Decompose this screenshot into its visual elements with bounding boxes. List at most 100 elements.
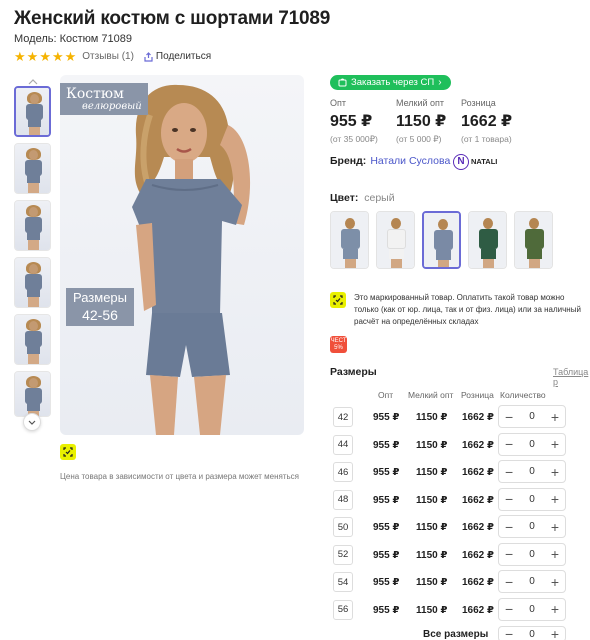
price-value: 1662 ₽ — [461, 113, 513, 130]
color-label: Цвет: — [330, 192, 359, 204]
size-price-small-opt: 1150 ₽ — [416, 467, 448, 478]
minus-icon[interactable]: − — [505, 602, 513, 616]
price-condition: (от 35 000₽) — [330, 134, 378, 144]
gallery-scroll-down-button[interactable] — [23, 413, 41, 431]
gallery-thumb[interactable] — [14, 200, 51, 251]
plus-icon[interactable]: + — [551, 575, 559, 589]
chevron-down-icon — [28, 420, 36, 425]
plus-icon[interactable]: + — [551, 602, 559, 616]
size-price-retail: 1662 ₽ — [462, 439, 494, 451]
size-price-retail: 1662 ₽ — [462, 549, 494, 561]
quantity-value[interactable]: 0 — [529, 576, 535, 587]
quantity-stepper[interactable]: − 0 + — [498, 487, 566, 511]
price-small-opt: Мелкий опт 1150 ₽ (от 5 000 ₽) — [396, 98, 446, 145]
color-swatch[interactable] — [514, 211, 553, 269]
size-row: 50 955 ₽ 1150 ₽ 1662 ₽ − 0 + — [330, 513, 590, 538]
marking-icon — [330, 292, 346, 308]
quantity-value[interactable]: 0 — [529, 604, 535, 615]
minus-icon[interactable]: − — [505, 575, 513, 589]
gallery-thumb[interactable] — [14, 257, 51, 308]
marking-icon — [60, 444, 76, 460]
size-price-small-opt: 1150 ₽ — [416, 439, 448, 451]
sizes-badge: Размеры 42-56 — [66, 288, 134, 326]
plus-icon[interactable]: + — [551, 520, 559, 534]
quantity-stepper[interactable]: − 0 + — [498, 597, 566, 621]
price-value: 1150 ₽ — [396, 113, 447, 130]
size-price-retail: 1662 ₽ — [462, 522, 494, 533]
gallery-thumb[interactable] — [14, 371, 51, 417]
star-icon: ★ — [39, 49, 51, 64]
color-value: серый — [364, 192, 395, 204]
size-row: 56 955 ₽ 1150 ₽ 1662 ₽ − 0 + — [330, 596, 590, 621]
brand-link[interactable]: Натали Суслова — [370, 155, 450, 167]
brand-logo[interactable]: N NATALI — [453, 153, 499, 170]
quantity-value[interactable]: 0 — [529, 549, 535, 560]
size-price-opt: 955 ₽ — [373, 549, 400, 561]
color-swatch-selected[interactable] — [422, 211, 461, 269]
color-swatch[interactable] — [330, 211, 369, 269]
natali-logo-icon: N — [453, 153, 469, 170]
size-value: 56 — [333, 599, 353, 620]
quantity-stepper[interactable]: − 0 + — [498, 460, 566, 483]
gallery-thumb[interactable] — [14, 314, 51, 365]
size-price-small-opt: 1150 ₽ — [416, 522, 448, 533]
minus-icon[interactable]: − — [505, 465, 513, 479]
minus-icon[interactable]: − — [505, 520, 513, 534]
gallery-thumb[interactable] — [14, 143, 51, 194]
star-icon: ★ — [26, 49, 39, 64]
plus-icon[interactable]: + — [551, 492, 559, 506]
minus-icon[interactable]: − — [505, 437, 513, 451]
column-header: Мелкий опт — [408, 390, 454, 400]
minus-icon[interactable]: − — [505, 627, 513, 640]
quantity-stepper[interactable]: − 0 + — [498, 570, 566, 593]
minus-icon[interactable]: − — [505, 410, 513, 424]
main-product-image[interactable]: Костюм велюровый Размеры 42-56 — [60, 75, 304, 435]
quantity-value[interactable]: 0 — [529, 494, 535, 505]
quantity-value[interactable]: 0 — [529, 521, 535, 532]
share-button[interactable]: Поделиться — [144, 51, 211, 62]
brand-label: Бренд: — [330, 155, 367, 167]
quantity-stepper[interactable]: − 0 + — [498, 515, 566, 538]
plus-icon[interactable]: + — [551, 465, 559, 479]
share-label: Поделиться — [155, 51, 212, 62]
quantity-value[interactable]: 0 — [529, 411, 535, 422]
plus-icon[interactable]: + — [551, 437, 559, 451]
size-row: 54 955 ₽ 1150 ₽ 1662 ₽ − 0 + — [330, 568, 590, 593]
price-note: Цена товара в зависимости от цвета и раз… — [60, 472, 300, 481]
quantity-value[interactable]: 0 — [529, 629, 535, 640]
size-price-small-opt: 1150 ₽ — [416, 494, 448, 506]
brand-row: Бренд: Натали Суслова › — [330, 155, 457, 167]
chevron-up-icon[interactable] — [28, 79, 38, 85]
quantity-stepper[interactable]: − 0 + — [498, 405, 566, 428]
size-price-retail: 1662 ₽ — [462, 604, 494, 616]
size-price-retail: 1662 ₽ — [462, 494, 494, 506]
costume-badge-title: Костюм — [66, 86, 124, 102]
size-value: 54 — [333, 572, 353, 592]
sizes-badge-title: Размеры — [72, 290, 128, 305]
quantity-stepper[interactable]: − 0 + — [498, 432, 566, 456]
quantity-stepper[interactable]: − 0 + — [498, 542, 566, 566]
price-label: Розница — [461, 98, 496, 108]
size-row: 48 955 ₽ 1150 ₽ 1662 ₽ − 0 + — [330, 486, 590, 511]
order-sp-button[interactable]: Заказать через СП › — [330, 75, 451, 90]
rating-stars: ★ ★ ★ ★ ★ — [14, 50, 76, 63]
price-condition: (от 5 000 ₽) — [396, 134, 442, 144]
reviews-link[interactable]: Отзывы (1) — [82, 51, 134, 62]
size-value: 50 — [333, 517, 353, 537]
minus-icon[interactable]: − — [505, 547, 513, 561]
size-price-small-opt: 1150 ₽ — [416, 604, 448, 616]
color-swatch[interactable] — [376, 211, 415, 269]
plus-icon[interactable]: + — [551, 547, 559, 561]
quantity-value[interactable]: 0 — [529, 439, 535, 450]
color-row: Цвет: серый — [330, 192, 395, 204]
all-sizes-quantity-stepper[interactable]: − 0 + — [498, 626, 566, 640]
gallery-thumb[interactable] — [14, 86, 51, 137]
minus-icon[interactable]: − — [505, 492, 513, 506]
color-swatch[interactable] — [468, 211, 507, 269]
quantity-value[interactable]: 0 — [529, 466, 535, 477]
size-table-link[interactable]: Таблица р — [553, 367, 590, 387]
all-sizes-label: Все размеры — [423, 629, 489, 640]
rating-row: ★ ★ ★ ★ ★ Отзывы (1) Поделиться — [14, 50, 211, 63]
plus-icon[interactable]: + — [551, 627, 559, 640]
plus-icon[interactable]: + — [551, 410, 559, 424]
